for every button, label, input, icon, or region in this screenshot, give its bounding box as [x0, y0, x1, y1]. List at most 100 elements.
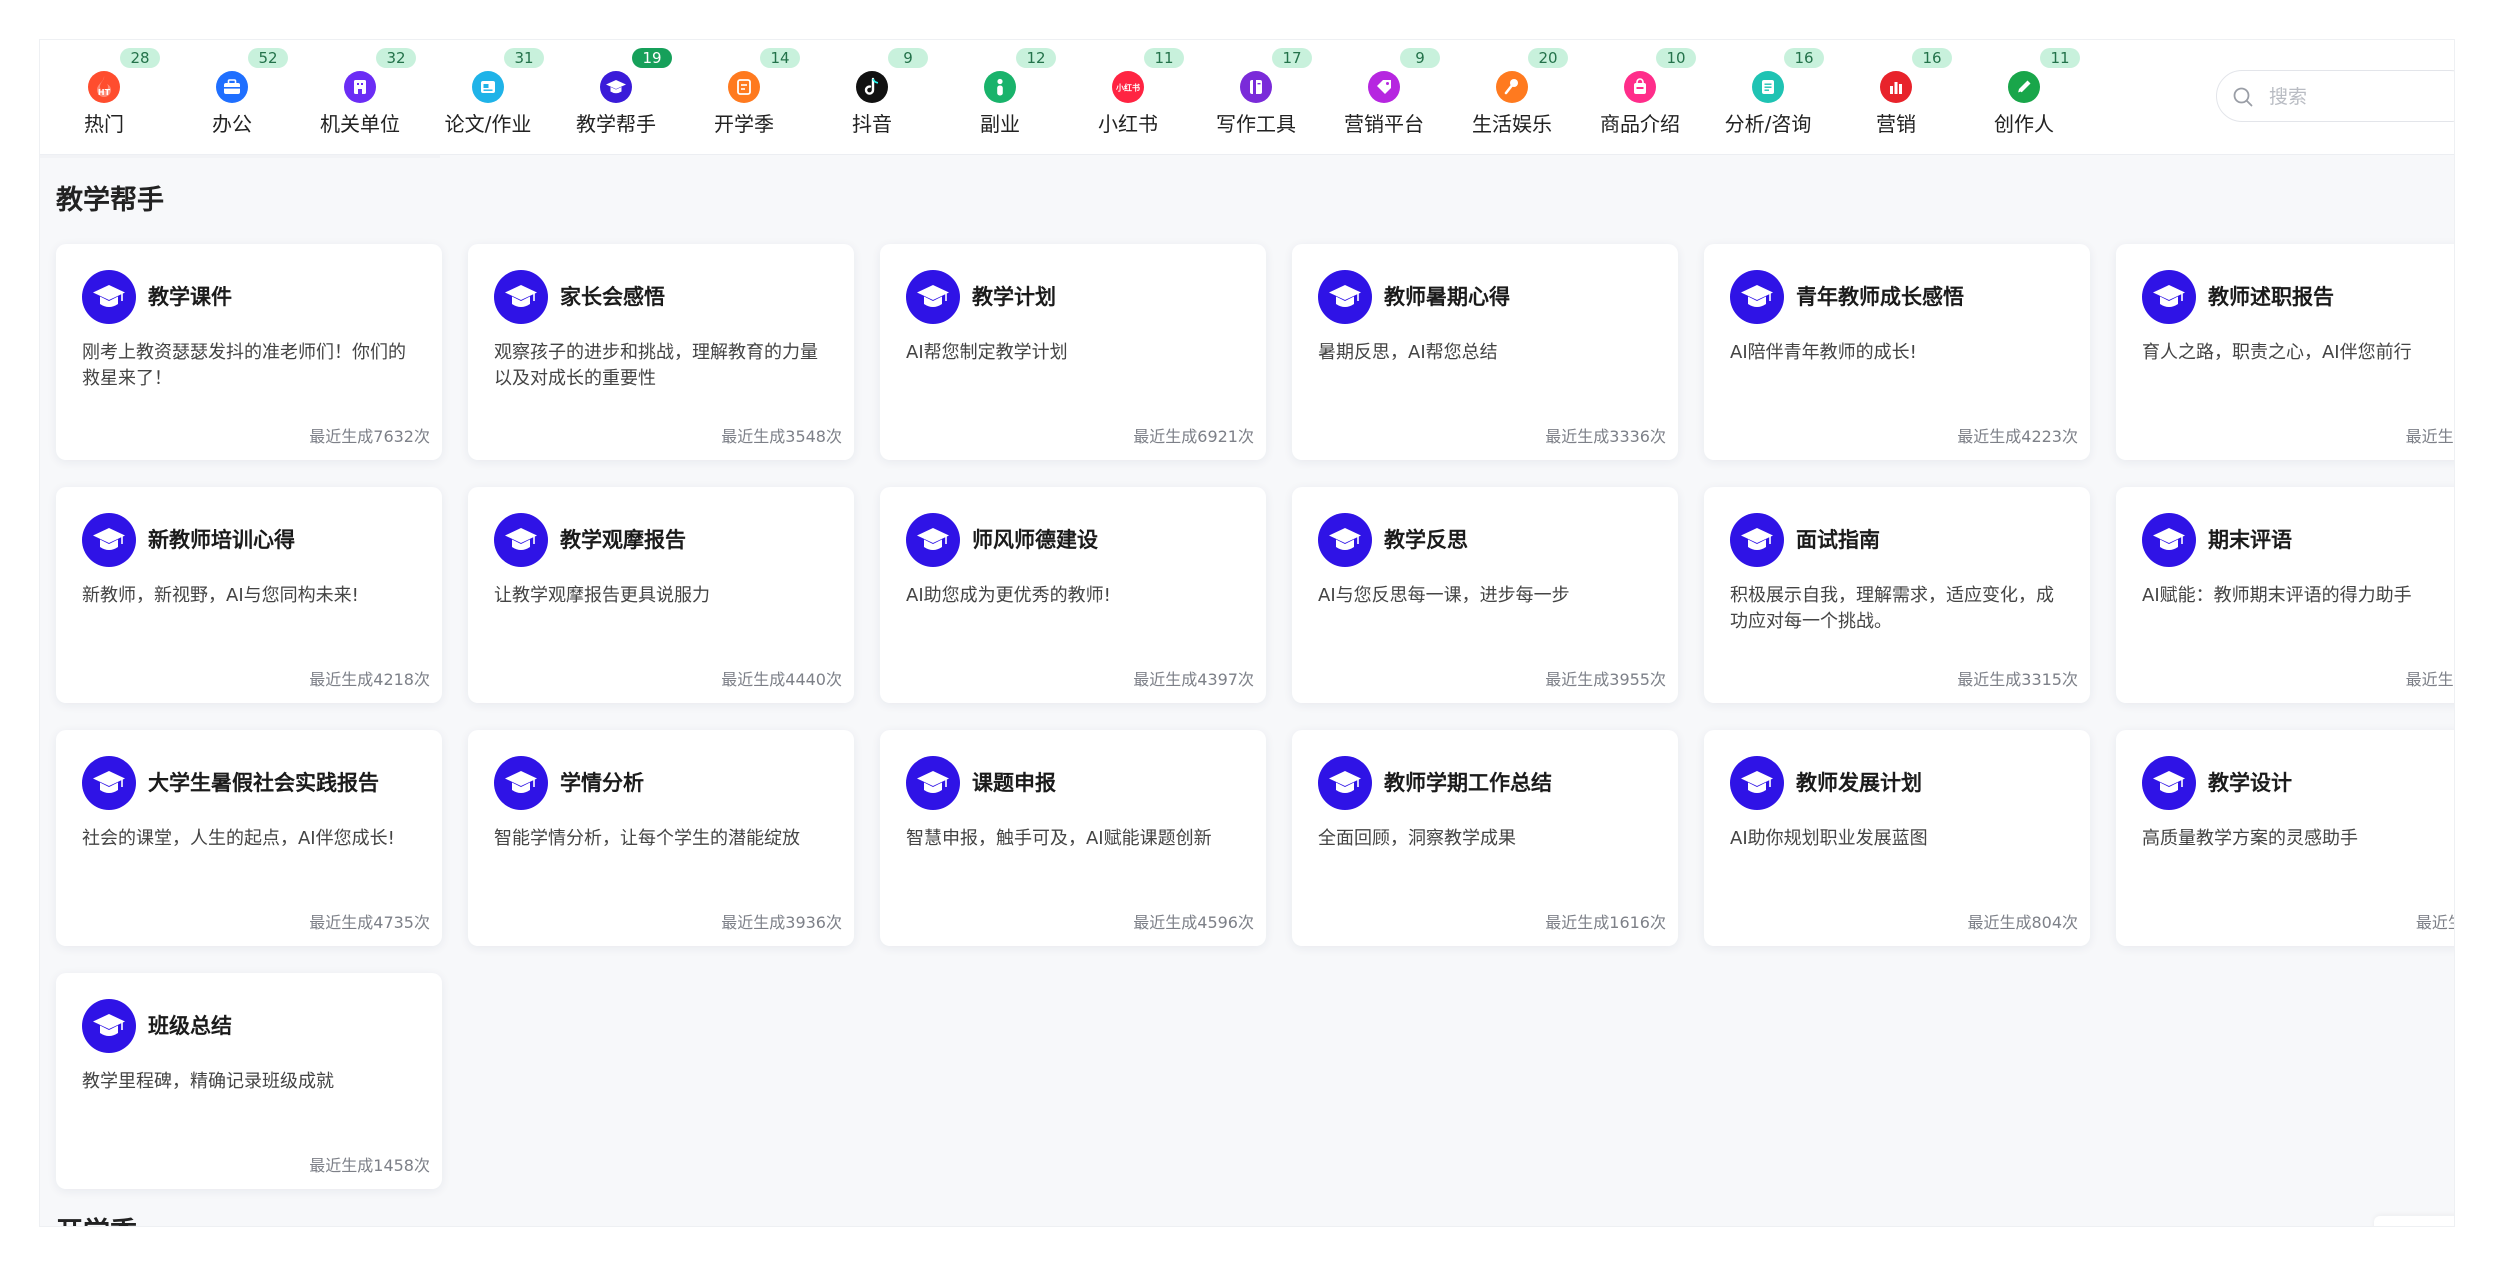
category-tab[interactable]: 17 写作工具 — [1192, 40, 1320, 154]
template-card[interactable]: 教师发展计划 AI助你规划职业发展蓝图 最近生成804次 — [1704, 730, 2090, 946]
card-usage-count: 最近生成6921次 — [1133, 427, 1254, 446]
book-icon — [1240, 71, 1272, 103]
card-title: 班级总结 — [148, 1014, 232, 1038]
microphone-icon — [1496, 71, 1528, 103]
category-count-badge: 14 — [760, 48, 800, 68]
card-usage-count: 最近生成7632次 — [309, 427, 430, 446]
card-title: 教师学期工作总结 — [1384, 771, 1552, 795]
category-tab[interactable]: 52 办公 — [168, 40, 296, 154]
template-card[interactable]: 面试指南 积极展示自我，理解需求，适应变化，成功应对每一个挑战。 最近生成3315次 — [1704, 487, 2090, 703]
category-label: 论文/作业 — [444, 112, 532, 136]
card-title: 课题申报 — [972, 771, 1056, 795]
card-usage-count: 最近生成4397次 — [1133, 670, 1254, 689]
graduation-cap-icon — [2142, 513, 2196, 567]
category-tab[interactable]: 14 开学季 — [680, 40, 808, 154]
template-card[interactable]: 教师暑期心得 暑期反思，AI帮您总结 最近生成3336次 — [1292, 244, 1678, 460]
card-usage-count: 最近生成3548次 — [721, 427, 842, 446]
svg-text:HT: HT — [98, 88, 111, 97]
card-description: 社会的课堂，人生的起点，AI伴您成长! — [82, 828, 395, 849]
graduation-cap-icon — [494, 756, 548, 810]
category-tab[interactable]: HT 28 热门 — [40, 40, 168, 154]
card-usage-count: 最近生成1616次 — [1545, 913, 1666, 932]
template-card[interactable]: 新教师培训心得 新教师，新视野，AI与您同构未来! 最近生成4218次 — [56, 487, 442, 703]
category-tab[interactable]: 32 机关单位 — [296, 40, 424, 154]
template-card[interactable]: 教师学期工作总结全面回顾，洞察教学成果最近生成1616次 — [1292, 730, 1678, 946]
template-card[interactable]: 期末评语 AI赋能：教师期末评语的得力助手最近生成82 — [2116, 487, 2454, 703]
graduation-cap-icon — [82, 513, 136, 567]
card-description: 高质量教学方案的灵感助手 — [2142, 828, 2358, 849]
graduation-cap-icon — [906, 513, 960, 567]
category-count-badge: 12 — [1016, 48, 1056, 68]
pen-icon — [2008, 71, 2040, 103]
category-tab[interactable]: 20 生活娱乐 — [1448, 40, 1576, 154]
card-usage-count: 最近生成7 — [2415, 913, 2454, 932]
card-usage-count: 最近生成41 — [2405, 427, 2454, 446]
category-count-badge: 9 — [1400, 48, 1440, 68]
template-card[interactable]: 班级总结 教学里程碑，精确记录班级成就 最近生成1458次 — [56, 973, 442, 1189]
category-count-badge: 17 — [1272, 48, 1312, 68]
graduation-cap-icon — [2142, 270, 2196, 324]
card-title: 教师述职报告 — [2208, 285, 2334, 309]
category-tab[interactable]: 9 抖音 — [808, 40, 936, 154]
card-title: 师风师德建设 — [972, 528, 1098, 552]
card-title: 教学观摩报告 — [560, 528, 686, 552]
card-title: 教师发展计划 — [1796, 771, 1922, 795]
card-title: 教学课件 — [148, 285, 232, 309]
category-label: 写作工具 — [1216, 112, 1296, 136]
card-usage-count: 最近生成4735次 — [309, 913, 430, 932]
category-tab[interactable]: 9 营销平台 — [1320, 40, 1448, 154]
card-description: 育人之路，职责之心，AI伴您前行 — [2142, 342, 2412, 363]
template-card[interactable]: 教学观摩报告 让教学观摩报告更具说服力 最近生成4440次 — [468, 487, 854, 703]
category-label: 营销平台 — [1344, 112, 1424, 136]
category-tab[interactable]: 19 教学帮手 — [552, 40, 680, 154]
category-label: 教学帮手 — [576, 112, 656, 136]
category-count-badge: 32 — [376, 48, 416, 68]
search-input[interactable] — [2267, 81, 2454, 113]
bar-shadow — [40, 154, 440, 158]
card-description: 全面回顾，洞察教学成果 — [1318, 828, 1516, 849]
card-description: 让教学观摩报告更具说服力 — [494, 585, 710, 606]
template-card[interactable]: 师风师德建设 AI助您成为更优秀的教师! 最近生成4397次 — [880, 487, 1266, 703]
template-card[interactable]: 学情分析 智能学情分析，让每个学生的潜能绽放 最近生成3936次 — [468, 730, 854, 946]
card-description: AI帮您制定教学计划 — [906, 342, 1068, 363]
template-card[interactable]: 大学生暑假社会实践报告 社会的课堂，人生的起点，AI伴您成长! 最近生成4735次 — [56, 730, 442, 946]
template-card[interactable]: 教学计划 AI帮您制定教学计划 最近生成6921次 — [880, 244, 1266, 460]
template-card[interactable]: 教学课件 刚考上教资瑟瑟发抖的准老师们！你们的救星来了！ 最近生成7632次 — [56, 244, 442, 460]
category-count-badge: 19 — [632, 48, 672, 68]
category-tab[interactable]: 10 商品介绍 — [1576, 40, 1704, 154]
card-description: AI赋能：教师期末评语的得力助手 — [2142, 585, 2412, 606]
category-tab[interactable]: 16 营销 — [1832, 40, 1960, 154]
template-card[interactable]: 教学设计高质量教学方案的灵感助手最近生成7 — [2116, 730, 2454, 946]
briefcase-icon — [216, 71, 248, 103]
card-title: 期末评语 — [2208, 528, 2292, 552]
category-tab[interactable]: 11 创作人 — [1960, 40, 2088, 154]
document-icon — [1752, 71, 1784, 103]
category-label: 营销 — [1876, 112, 1916, 136]
card-usage-count: 最近生成3936次 — [721, 913, 842, 932]
category-count-badge: 9 — [888, 48, 928, 68]
category-tab[interactable]: 31 论文/作业 — [424, 40, 552, 154]
card-description: 积极展示自我，理解需求，适应变化，成功应对每一个挑战。 — [1730, 585, 2054, 632]
card-description: 观察孩子的进步和挑战，理解教育的力量以及对成长的重要性 — [494, 342, 818, 389]
template-card[interactable]: 教学反思 AI与您反思每一课，进步每一步 最近生成3955次 — [1292, 487, 1678, 703]
template-card[interactable]: 课题申报 智慧申报，触手可及，AI赋能课题创新 最近生成4596次 — [880, 730, 1266, 946]
category-tab[interactable]: 16 分析/咨询 — [1704, 40, 1832, 154]
category-count-badge: 11 — [1144, 48, 1184, 68]
card-description: AI陪伴青年教师的成长! — [1730, 342, 1917, 363]
template-card[interactable]: 教师述职报告育人之路，职责之心，AI伴您前行最近生成41 — [2116, 244, 2454, 460]
template-card[interactable]: 青年教师成长感悟 AI陪伴青年教师的成长! 最近生成4223次 — [1704, 244, 2090, 460]
search-box[interactable] — [2216, 70, 2454, 122]
card-title: 教师暑期心得 — [1384, 285, 1510, 309]
graduation-cap-icon — [82, 999, 136, 1053]
card-usage-count: 最近生成3336次 — [1545, 427, 1666, 446]
category-tab[interactable]: 小红书 11 小红书 — [1064, 40, 1192, 154]
category-label: 生活娱乐 — [1472, 112, 1552, 136]
card-title: 青年教师成长感悟 — [1796, 285, 1964, 309]
next-section-title: 开学季 — [56, 1216, 137, 1226]
template-card[interactable]: 家长会感悟 观察孩子的进步和挑战，理解教育的力量以及对成长的重要性 最近生成3548… — [468, 244, 854, 460]
chart-bar-icon — [1880, 71, 1912, 103]
graduation-cap-icon — [1318, 513, 1372, 567]
card-usage-count: 最近生成4596次 — [1133, 913, 1254, 932]
card-usage-count: 最近生成82 — [2405, 670, 2454, 689]
category-tab[interactable]: 12 副业 — [936, 40, 1064, 154]
